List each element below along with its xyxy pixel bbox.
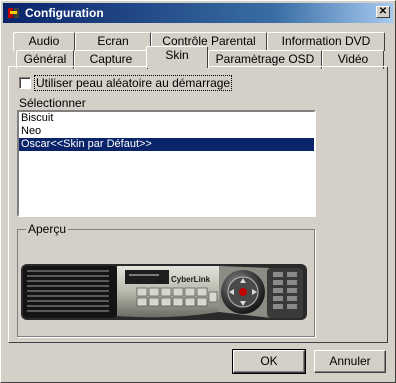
list-item-biscuit[interactable]: Biscuit bbox=[19, 112, 314, 125]
ok-button[interactable]: OK bbox=[232, 349, 306, 374]
title-bar[interactable]: Configuration ✕ bbox=[3, 3, 393, 23]
preview-label: Aperçu bbox=[26, 222, 69, 236]
skin-preview-image: CyberLink bbox=[21, 264, 307, 320]
skin-listbox[interactable]: Biscuit Neo Oscar<<Skin par Défaut>> bbox=[17, 110, 316, 217]
tab-information-dvd[interactable]: Information DVD bbox=[267, 32, 385, 51]
select-label: Sélectionner bbox=[19, 96, 86, 110]
random-skin-checkbox[interactable] bbox=[19, 77, 31, 89]
app-icon bbox=[8, 8, 19, 18]
tab-ecran[interactable]: Ecran bbox=[75, 32, 151, 51]
list-item-neo[interactable]: Neo bbox=[19, 125, 314, 138]
tab-audio[interactable]: Audio bbox=[13, 32, 75, 51]
list-item-oscar[interactable]: Oscar<<Skin par Défaut>> bbox=[19, 138, 314, 151]
tab-skin[interactable]: Skin bbox=[146, 46, 208, 68]
cancel-button[interactable]: Annuler bbox=[314, 350, 386, 373]
close-icon[interactable]: ✕ bbox=[376, 6, 390, 18]
preview-brand: CyberLink bbox=[171, 275, 211, 284]
random-skin-label[interactable]: Utiliser peau aléatoire au démarrage bbox=[33, 75, 233, 91]
window-title: Configuration bbox=[25, 6, 104, 20]
